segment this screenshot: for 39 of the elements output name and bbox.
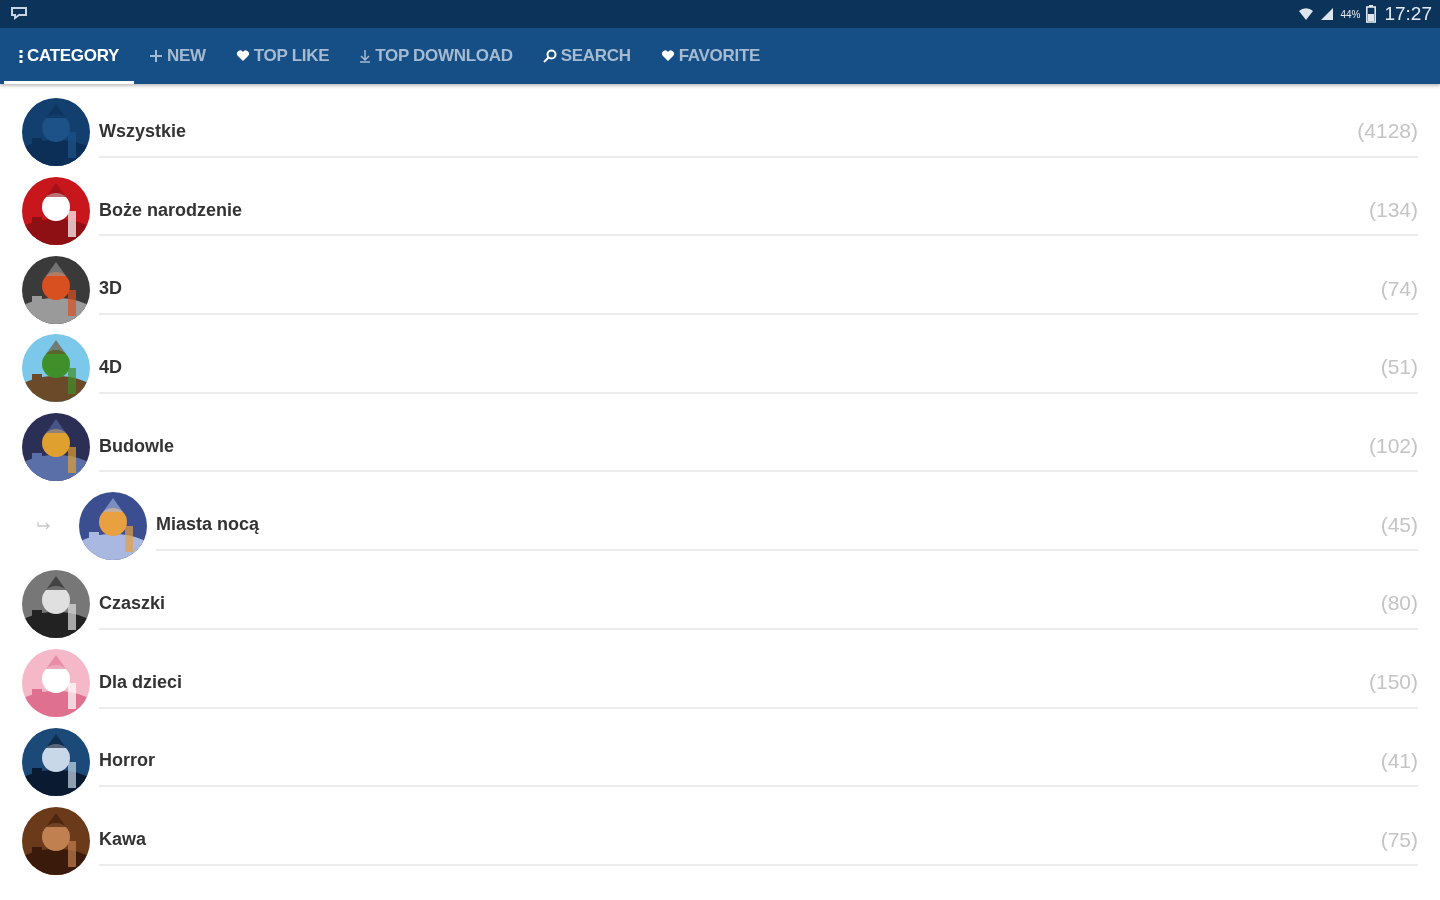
category-name[interactable]: Boże narodzenie	[99, 199, 243, 221]
signal-icon	[1320, 7, 1335, 21]
dots-icon	[19, 49, 23, 63]
tab[interactable]: TOP LIKE	[220, 28, 345, 84]
category-count: (4128)	[1357, 119, 1418, 144]
category-count: (134)	[1368, 198, 1418, 223]
battery-percent: 44%	[1340, 8, 1361, 20]
category-count: (102)	[1368, 434, 1418, 459]
category-count: (41)	[1380, 748, 1418, 773]
tab[interactable]: SEARCH	[527, 28, 646, 84]
category-name[interactable]: Budowle	[99, 435, 174, 457]
heart-icon	[235, 50, 250, 62]
category-name[interactable]: Czaszki	[99, 592, 166, 614]
category-count: (150)	[1368, 670, 1418, 695]
clock: 17:27	[1384, 3, 1432, 25]
category-count: (80)	[1380, 591, 1418, 616]
plus-icon	[149, 49, 164, 63]
category-count: (51)	[1380, 355, 1418, 380]
category-count: (74)	[1380, 276, 1418, 301]
category-name[interactable]: Dla dzieci	[99, 671, 183, 693]
category-name[interactable]: Horror	[99, 750, 155, 772]
arrow-icon	[37, 520, 51, 531]
tab[interactable]: NEW	[134, 28, 221, 84]
category-name[interactable]: Miasta nocą	[156, 514, 260, 536]
tab[interactable]: TOP DOWNLOAD	[344, 28, 528, 84]
wifi-icon	[1298, 6, 1315, 22]
tab[interactable]: CATEGORY	[4, 28, 135, 84]
notification-icon	[10, 6, 30, 22]
category-name[interactable]: Wszystkie	[99, 120, 187, 142]
heart-icon	[660, 50, 675, 62]
battery-icon	[1366, 5, 1377, 23]
search-icon	[542, 49, 557, 63]
category-name[interactable]: Kawa	[99, 829, 147, 851]
category-count: (45)	[1380, 512, 1418, 537]
download-icon	[359, 49, 372, 63]
category-name[interactable]: 3D	[99, 278, 122, 300]
category-name[interactable]: 4D	[99, 356, 122, 378]
category-count: (75)	[1380, 827, 1418, 852]
tab[interactable]: FAVORITE	[645, 28, 775, 84]
